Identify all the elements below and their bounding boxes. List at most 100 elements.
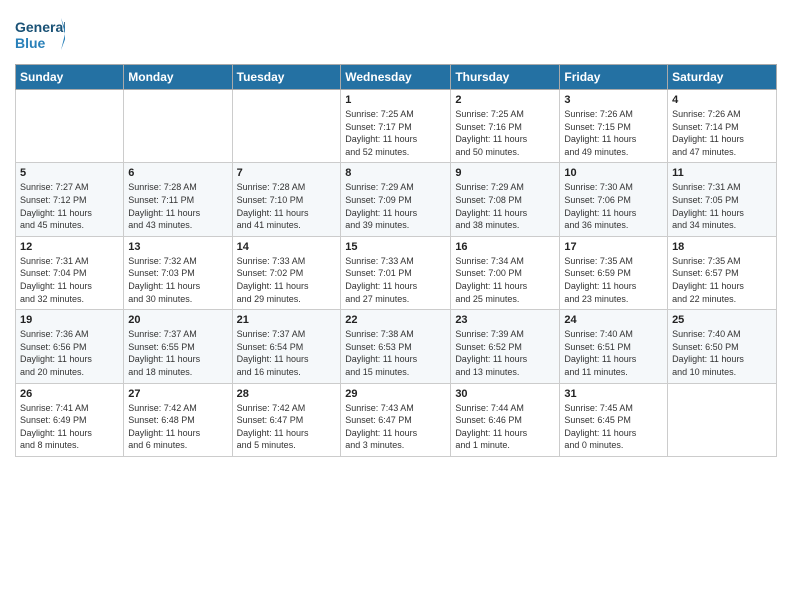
day-info: Sunrise: 7:28 AM Sunset: 7:10 PM Dayligh… <box>237 181 337 231</box>
day-number: 24 <box>564 314 663 326</box>
day-number: 28 <box>237 388 337 400</box>
day-info: Sunrise: 7:35 AM Sunset: 6:59 PM Dayligh… <box>564 255 663 305</box>
column-header-thursday: Thursday <box>451 65 560 90</box>
day-info: Sunrise: 7:25 AM Sunset: 7:16 PM Dayligh… <box>455 108 555 158</box>
column-header-wednesday: Wednesday <box>341 65 451 90</box>
day-number: 14 <box>237 241 337 253</box>
day-cell-12: 12 Sunrise: 7:31 AM Sunset: 7:04 PM Dayli… <box>16 236 124 309</box>
day-cell-23: 23Sunrise: 7:39 AM Sunset: 6:52 PM Dayli… <box>451 310 560 383</box>
header: General Blue <box>15 10 777 56</box>
week-row-2: 5 Sunrise: 7:27 AM Sunset: 7:12 PM Daylig… <box>16 163 777 236</box>
day-number: 9 <box>455 167 555 179</box>
empty-cell <box>16 90 124 163</box>
day-cell-1: 1 Sunrise: 7:25 AM Sunset: 7:17 PM Daylig… <box>341 90 451 163</box>
day-cell-5: 5 Sunrise: 7:27 AM Sunset: 7:12 PM Daylig… <box>16 163 124 236</box>
day-cell-11: 11 Sunrise: 7:31 AM Sunset: 7:05 PM Dayli… <box>668 163 777 236</box>
day-cell-15: 15Sunrise: 7:33 AM Sunset: 7:01 PM Dayli… <box>341 236 451 309</box>
day-number: 18 <box>672 241 772 253</box>
day-cell-16: 16 Sunrise: 7:34 AM Sunset: 7:00 PM Dayli… <box>451 236 560 309</box>
empty-cell <box>668 383 777 456</box>
day-info: Sunrise: 7:26 AM Sunset: 7:15 PM Dayligh… <box>564 108 663 158</box>
day-cell-18: 18 Sunrise: 7:35 AM Sunset: 6:57 PM Dayli… <box>668 236 777 309</box>
day-info: Sunrise: 7:45 AM Sunset: 6:45 PM Dayligh… <box>564 402 663 452</box>
day-cell-13: 13 Sunrise: 7:32 AM Sunset: 7:03 PM Dayli… <box>124 236 232 309</box>
day-number: 29 <box>345 388 446 400</box>
empty-cell <box>232 90 341 163</box>
day-number: 21 <box>237 314 337 326</box>
day-number: 5 <box>20 167 119 179</box>
logo: General Blue <box>15 14 65 56</box>
calendar-body: 1 Sunrise: 7:25 AM Sunset: 7:17 PM Daylig… <box>16 90 777 457</box>
column-header-sunday: Sunday <box>16 65 124 90</box>
day-cell-21: 21 Sunrise: 7:37 AM Sunset: 6:54 PM Dayli… <box>232 310 341 383</box>
day-number: 4 <box>672 94 772 106</box>
day-number: 31 <box>564 388 663 400</box>
day-info: Sunrise: 7:40 AM Sunset: 6:50 PM Dayligh… <box>672 328 772 378</box>
day-number: 20 <box>128 314 227 326</box>
day-cell-14: 14 Sunrise: 7:33 AM Sunset: 7:02 PM Dayli… <box>232 236 341 309</box>
column-header-saturday: Saturday <box>668 65 777 90</box>
day-cell-31: 31 Sunrise: 7:45 AM Sunset: 6:45 PM Dayli… <box>560 383 668 456</box>
day-info: Sunrise: 7:31 AM Sunset: 7:04 PM Dayligh… <box>20 255 119 305</box>
day-number: 13 <box>128 241 227 253</box>
day-number: 25 <box>672 314 772 326</box>
day-info: Sunrise: 7:37 AM Sunset: 6:55 PM Dayligh… <box>128 328 227 378</box>
day-info: Sunrise: 7:27 AM Sunset: 7:12 PM Dayligh… <box>20 181 119 231</box>
day-info: Sunrise: 7:40 AM Sunset: 6:51 PM Dayligh… <box>564 328 663 378</box>
day-cell-6: 6Sunrise: 7:28 AM Sunset: 7:11 PM Daylig… <box>124 163 232 236</box>
day-cell-8: 8Sunrise: 7:29 AM Sunset: 7:09 PM Daylig… <box>341 163 451 236</box>
day-cell-19: 19 Sunrise: 7:36 AM Sunset: 6:56 PM Dayli… <box>16 310 124 383</box>
empty-cell <box>124 90 232 163</box>
day-number: 16 <box>455 241 555 253</box>
day-number: 27 <box>128 388 227 400</box>
day-number: 11 <box>672 167 772 179</box>
day-number: 12 <box>20 241 119 253</box>
day-info: Sunrise: 7:37 AM Sunset: 6:54 PM Dayligh… <box>237 328 337 378</box>
day-number: 2 <box>455 94 555 106</box>
day-cell-27: 27 Sunrise: 7:42 AM Sunset: 6:48 PM Dayli… <box>124 383 232 456</box>
day-info: Sunrise: 7:31 AM Sunset: 7:05 PM Dayligh… <box>672 181 772 231</box>
day-info: Sunrise: 7:36 AM Sunset: 6:56 PM Dayligh… <box>20 328 119 378</box>
day-cell-10: 10Sunrise: 7:30 AM Sunset: 7:06 PM Dayli… <box>560 163 668 236</box>
day-info: Sunrise: 7:34 AM Sunset: 7:00 PM Dayligh… <box>455 255 555 305</box>
day-cell-26: 26Sunrise: 7:41 AM Sunset: 6:49 PM Dayli… <box>16 383 124 456</box>
day-info: Sunrise: 7:25 AM Sunset: 7:17 PM Dayligh… <box>345 108 446 158</box>
day-info: Sunrise: 7:42 AM Sunset: 6:48 PM Dayligh… <box>128 402 227 452</box>
day-number: 17 <box>564 241 663 253</box>
week-row-4: 19 Sunrise: 7:36 AM Sunset: 6:56 PM Dayli… <box>16 310 777 383</box>
day-info: Sunrise: 7:35 AM Sunset: 6:57 PM Dayligh… <box>672 255 772 305</box>
day-info: Sunrise: 7:32 AM Sunset: 7:03 PM Dayligh… <box>128 255 227 305</box>
week-row-3: 12 Sunrise: 7:31 AM Sunset: 7:04 PM Dayli… <box>16 236 777 309</box>
calendar-header-row: SundayMondayTuesdayWednesdayThursdayFrid… <box>16 65 777 90</box>
day-cell-28: 28 Sunrise: 7:42 AM Sunset: 6:47 PM Dayli… <box>232 383 341 456</box>
day-info: Sunrise: 7:41 AM Sunset: 6:49 PM Dayligh… <box>20 402 119 452</box>
day-info: Sunrise: 7:29 AM Sunset: 7:08 PM Dayligh… <box>455 181 555 231</box>
day-cell-25: 25 Sunrise: 7:40 AM Sunset: 6:50 PM Dayli… <box>668 310 777 383</box>
day-cell-29: 29Sunrise: 7:43 AM Sunset: 6:47 PM Dayli… <box>341 383 451 456</box>
day-info: Sunrise: 7:29 AM Sunset: 7:09 PM Dayligh… <box>345 181 446 231</box>
day-number: 1 <box>345 94 446 106</box>
day-number: 15 <box>345 241 446 253</box>
day-info: Sunrise: 7:38 AM Sunset: 6:53 PM Dayligh… <box>345 328 446 378</box>
column-header-monday: Monday <box>124 65 232 90</box>
day-info: Sunrise: 7:33 AM Sunset: 7:02 PM Dayligh… <box>237 255 337 305</box>
week-row-1: 1 Sunrise: 7:25 AM Sunset: 7:17 PM Daylig… <box>16 90 777 163</box>
column-header-friday: Friday <box>560 65 668 90</box>
day-cell-30: 30Sunrise: 7:44 AM Sunset: 6:46 PM Dayli… <box>451 383 560 456</box>
day-cell-2: 2 Sunrise: 7:25 AM Sunset: 7:16 PM Daylig… <box>451 90 560 163</box>
day-number: 23 <box>455 314 555 326</box>
day-number: 19 <box>20 314 119 326</box>
day-cell-7: 7Sunrise: 7:28 AM Sunset: 7:10 PM Daylig… <box>232 163 341 236</box>
page: General Blue SundayMondayTuesdayWednesda… <box>0 0 792 612</box>
svg-text:Blue: Blue <box>15 35 46 51</box>
day-cell-20: 20 Sunrise: 7:37 AM Sunset: 6:55 PM Dayli… <box>124 310 232 383</box>
calendar-table: SundayMondayTuesdayWednesdayThursdayFrid… <box>15 64 777 457</box>
svg-text:General: General <box>15 19 65 35</box>
day-info: Sunrise: 7:44 AM Sunset: 6:46 PM Dayligh… <box>455 402 555 452</box>
day-info: Sunrise: 7:42 AM Sunset: 6:47 PM Dayligh… <box>237 402 337 452</box>
day-cell-24: 24 Sunrise: 7:40 AM Sunset: 6:51 PM Dayli… <box>560 310 668 383</box>
day-info: Sunrise: 7:28 AM Sunset: 7:11 PM Dayligh… <box>128 181 227 231</box>
day-cell-17: 17 Sunrise: 7:35 AM Sunset: 6:59 PM Dayli… <box>560 236 668 309</box>
day-info: Sunrise: 7:30 AM Sunset: 7:06 PM Dayligh… <box>564 181 663 231</box>
day-cell-4: 4Sunrise: 7:26 AM Sunset: 7:14 PM Daylig… <box>668 90 777 163</box>
